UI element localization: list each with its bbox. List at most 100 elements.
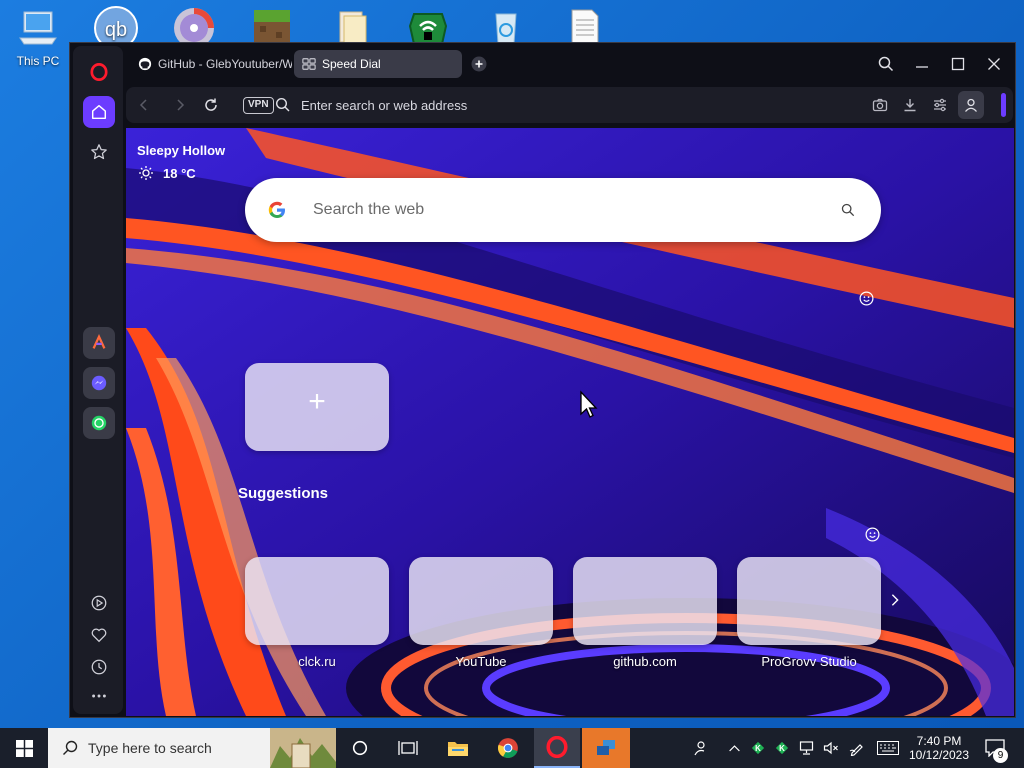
people-button[interactable]	[688, 728, 712, 768]
sidebar-toggle-indicator[interactable]	[1001, 93, 1006, 117]
file-explorer-button[interactable]	[438, 728, 478, 768]
reload-button[interactable]	[201, 95, 221, 115]
suggestion-label[interactable]: github.com	[565, 654, 725, 669]
home-icon	[91, 104, 107, 120]
sidebar-more-button[interactable]	[83, 680, 115, 712]
minecraft-icon	[254, 10, 290, 46]
network-icon	[799, 741, 814, 755]
sidebar-home-button[interactable]	[83, 96, 115, 128]
star-icon	[91, 144, 107, 160]
sidebar-aria-button[interactable]	[83, 327, 115, 359]
recycle-bin-icon	[495, 13, 517, 45]
customize-emoji-icon[interactable]	[859, 291, 874, 306]
desktop-icon-this-pc[interactable]: This PC	[6, 8, 70, 68]
kaspersky-icon: K	[751, 741, 765, 755]
suggestions-title: Suggestions	[238, 485, 329, 502]
opera-logo-icon	[546, 736, 568, 758]
plus-icon	[471, 56, 487, 72]
remote-desktop-button[interactable]	[582, 728, 630, 768]
downloads-button[interactable]	[900, 95, 920, 115]
search-icon[interactable]	[841, 203, 855, 217]
svg-text:K: K	[755, 744, 761, 753]
mouse-cursor-icon	[580, 390, 598, 418]
suggestion-tile[interactable]	[737, 557, 881, 645]
back-button[interactable]	[134, 95, 154, 115]
web-search-box[interactable]	[245, 178, 881, 242]
computer-icon	[19, 11, 57, 45]
suggestions-next-icon[interactable]	[888, 592, 902, 608]
close-button[interactable]	[981, 51, 1007, 77]
suggestion-tile[interactable]	[409, 557, 553, 645]
more-icon	[92, 694, 106, 698]
sidebar-messenger-button[interactable]	[83, 367, 115, 399]
weather-city[interactable]: Sleepy Hollow	[137, 143, 225, 158]
vpn-badge[interactable]: VPN	[243, 97, 274, 114]
easy-setup-button[interactable]	[930, 95, 950, 115]
network-button[interactable]	[796, 728, 818, 768]
clock[interactable]: 7:40 PM 10/12/2023	[904, 728, 974, 768]
chevron-right-icon	[177, 99, 185, 111]
speed-dial-icon	[302, 58, 316, 70]
opera-menu-button[interactable]	[83, 56, 115, 88]
chrome-button[interactable]	[488, 728, 528, 768]
keyboard-button[interactable]	[874, 728, 902, 768]
tray-app-k2[interactable]: K	[772, 728, 792, 768]
maximize-icon	[951, 57, 965, 71]
snapshot-button[interactable]	[870, 95, 890, 115]
suggestion-label[interactable]: ProGrovv Studio	[729, 654, 889, 669]
taskbar-search-input[interactable]	[88, 738, 268, 758]
volume-button[interactable]	[820, 728, 842, 768]
svg-text:K: K	[779, 744, 785, 753]
sidebar-player-button[interactable]	[83, 587, 115, 619]
speed-dial-page: Sleepy Hollow 18 °C +	[126, 128, 1014, 716]
tab-search-button[interactable]	[873, 51, 899, 77]
task-view-button[interactable]	[388, 728, 428, 768]
suggestion-tile[interactable]	[573, 557, 717, 645]
tray-app-k1[interactable]: K	[748, 728, 768, 768]
minimize-button[interactable]	[909, 51, 935, 77]
search-icon	[63, 740, 78, 755]
opera-taskbar-button[interactable]	[534, 728, 580, 768]
google-icon	[268, 201, 285, 218]
volume-muted-icon	[823, 741, 838, 755]
address-search-icon-wrap	[273, 95, 293, 115]
keyboard-icon	[877, 741, 899, 755]
sidebar-history-button[interactable]	[83, 651, 115, 683]
action-center-button[interactable]: 9	[980, 728, 1010, 768]
clock-time: 7:40 PM	[916, 734, 962, 748]
cortana-button[interactable]	[340, 728, 380, 768]
add-site-tile[interactable]: +	[245, 363, 389, 451]
settings-sliders-icon	[934, 98, 946, 112]
wifi-lock-icon	[408, 13, 448, 45]
sidebar-bookmarks-button[interactable]	[83, 136, 115, 168]
suggestion-label[interactable]: clck.ru	[237, 654, 397, 669]
people-icon	[694, 741, 705, 756]
show-hidden-icons-button[interactable]	[724, 728, 744, 768]
sidebar-pinboards-button[interactable]	[83, 619, 115, 651]
profile-button[interactable]	[958, 91, 984, 119]
sidebar-whatsapp-button[interactable]	[83, 407, 115, 439]
tab-github[interactable]: GitHub - GlebYoutuber/W	[130, 50, 292, 78]
web-search-input[interactable]	[313, 198, 813, 222]
player-icon	[91, 595, 107, 611]
tab-label: Speed Dial	[322, 57, 381, 71]
suggestion-label[interactable]: YouTube	[401, 654, 561, 669]
suggestions-emoji-icon[interactable]	[865, 527, 880, 542]
weather-temperature: 18 °C	[163, 166, 196, 181]
chevron-up-icon	[728, 744, 740, 751]
forward-button[interactable]	[170, 95, 190, 115]
start-button[interactable]	[0, 728, 48, 768]
sun-icon	[139, 166, 153, 180]
suggestion-tile[interactable]	[245, 557, 389, 645]
notification-count-badge: 9	[993, 748, 1008, 763]
chevron-left-icon	[139, 99, 147, 111]
taskbar-search[interactable]	[48, 728, 336, 768]
camera-icon	[872, 98, 888, 112]
address-input[interactable]	[301, 95, 861, 115]
tab-speed-dial[interactable]: Speed Dial	[294, 50, 462, 78]
windows-icon	[15, 739, 33, 757]
new-tab-button[interactable]	[466, 51, 492, 77]
heart-icon	[91, 628, 107, 643]
pen-button[interactable]	[846, 728, 868, 768]
maximize-button[interactable]	[945, 51, 971, 77]
